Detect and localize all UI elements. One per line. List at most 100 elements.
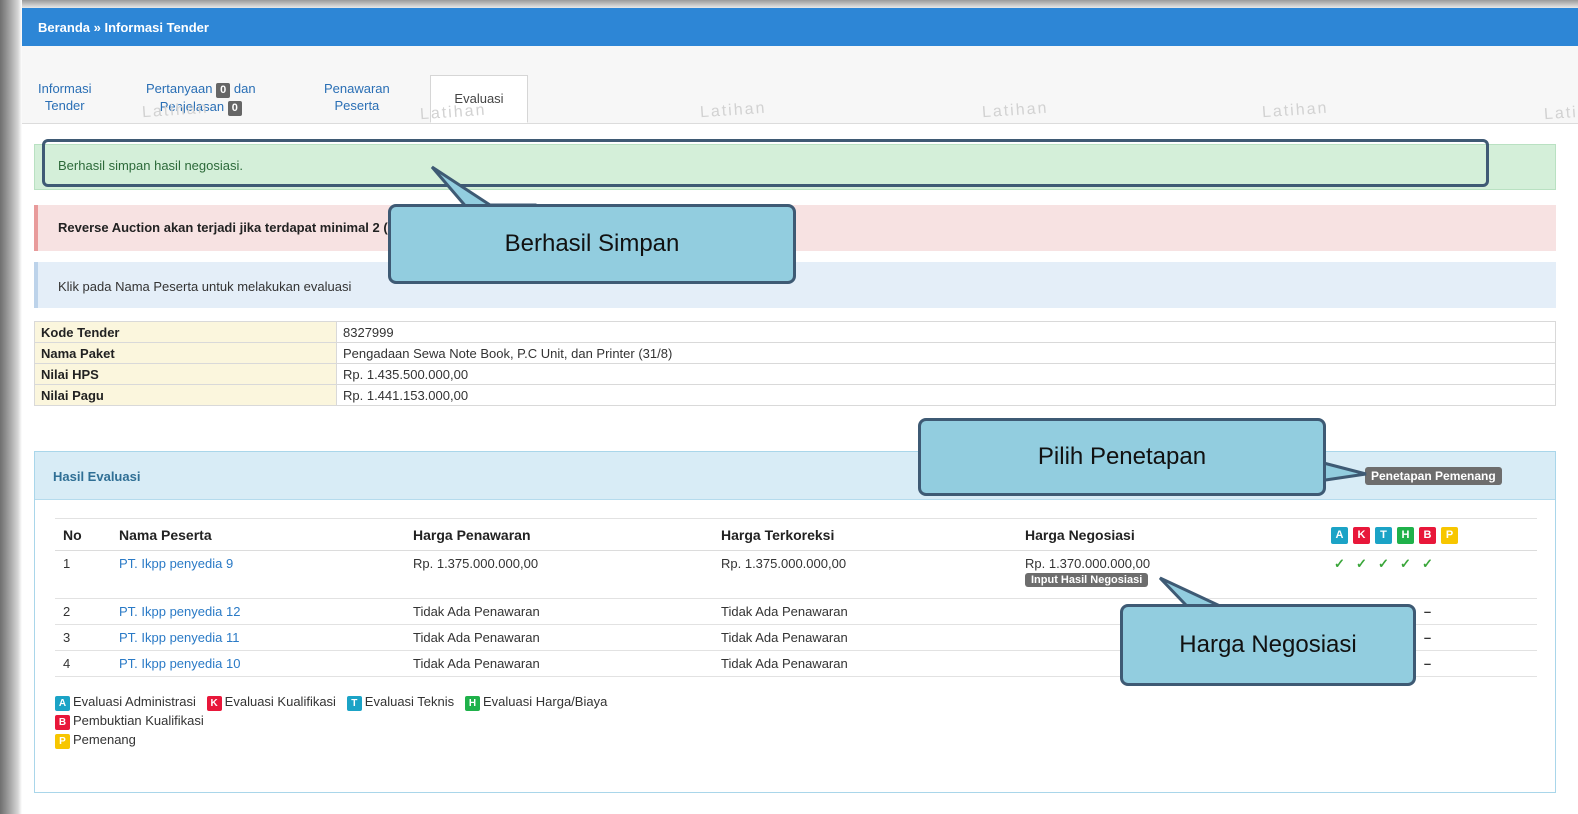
watermark: Latihan bbox=[141, 99, 209, 122]
legend-h-label: Evaluasi Harga/Biaya bbox=[483, 694, 608, 709]
breadcrumb: Beranda » Informasi Tender bbox=[22, 8, 1578, 46]
row-nama: PT. Ikpp penyedia 9 bbox=[111, 550, 405, 599]
callout-text: Pilih Penetapan bbox=[1037, 443, 1207, 470]
tab-label-line2: Peserta bbox=[334, 98, 380, 113]
success-alert-highlight bbox=[42, 139, 1489, 187]
tab-label-line2: Tender bbox=[44, 98, 85, 113]
status-legend: A Evaluasi Administrasi K Evaluasi Kualifi… bbox=[55, 692, 607, 749]
col-header-status: AKTHBP bbox=[1319, 518, 1537, 551]
col-header-negosiasi: Harga Negosiasi bbox=[1017, 518, 1319, 551]
legend-p-badge: P bbox=[55, 734, 70, 749]
callout-text: Harga Negosiasi bbox=[1179, 631, 1357, 658]
legend-h-badge: H bbox=[465, 696, 481, 711]
callout-text: Berhasil Simpan bbox=[504, 230, 680, 257]
row-no: 3 bbox=[55, 624, 111, 651]
input-hasil-negosiasi-button[interactable]: Input Hasil Negosiasi bbox=[1025, 573, 1149, 587]
legend-b-label: Pembuktian Kualifikasi bbox=[73, 713, 204, 728]
watermark: Latihan bbox=[699, 99, 767, 122]
col-header-terkoreksi: Harga Terkoreksi bbox=[713, 518, 1017, 551]
check-icon: ✓ bbox=[1422, 556, 1433, 571]
tab-label-line1: Informasi bbox=[38, 81, 92, 96]
tab-informasi-tender[interactable]: Informasi Tender bbox=[38, 80, 91, 114]
tender-info-table: Kode Tender 8327999 Nama Paket Pengadaan… bbox=[34, 321, 1556, 406]
letter-k-badge: K bbox=[1353, 527, 1370, 544]
legend-b-badge: B bbox=[55, 715, 70, 730]
row-penawaran: Tidak Ada Penawaran bbox=[405, 650, 713, 677]
tab-label-pertanyaan: Pertanyaan bbox=[146, 81, 213, 96]
table-row: 1 PT. Ikpp penyedia 9 Rp. 1.375.000.000,… bbox=[55, 550, 1537, 599]
legend-k-badge: K bbox=[206, 696, 222, 711]
check-icon: ✓ bbox=[1378, 556, 1389, 571]
col-header-no: No bbox=[55, 518, 111, 551]
info-alert-text: Klik pada Nama Peserta untuk melakukan e… bbox=[58, 279, 352, 294]
col-header-penawaran: Harga Penawaran bbox=[405, 518, 713, 551]
legend-a-badge: A bbox=[55, 696, 70, 711]
row-penawaran: Tidak Ada Penawaran bbox=[405, 598, 713, 625]
row-terkoreksi: Tidak Ada Penawaran bbox=[713, 598, 1017, 625]
info-row-paket: Nama Paket Pengadaan Sewa Note Book, P.C… bbox=[34, 342, 1556, 364]
penetapan-pemenang-button[interactable]: Penetapan Pemenang bbox=[1365, 467, 1502, 485]
row-status: ✓ ✓ ✓ ✓ ✓ bbox=[1319, 550, 1537, 599]
peserta-link[interactable]: PT. Ikpp penyedia 9 bbox=[119, 556, 233, 571]
col-header-nama: Nama Peserta bbox=[111, 518, 405, 551]
peserta-link[interactable]: PT. Ikpp penyedia 12 bbox=[119, 604, 240, 619]
dash-icon: – bbox=[1423, 630, 1432, 645]
info-label: Nama Paket bbox=[34, 342, 337, 364]
info-row-hps: Nilai HPS Rp. 1.435.500.000,00 bbox=[34, 363, 1556, 385]
row-no: 2 bbox=[55, 598, 111, 625]
dash-icon: – bbox=[1423, 604, 1432, 619]
peserta-link[interactable]: PT. Ikpp penyedia 10 bbox=[119, 656, 240, 671]
frame-shadow-left bbox=[0, 0, 22, 814]
info-label: Nilai HPS bbox=[34, 363, 337, 385]
row-nama: PT. Ikpp penyedia 10 bbox=[111, 650, 405, 677]
check-icon: ✓ bbox=[1400, 556, 1411, 571]
table-header-row: No Nama Peserta Harga Penawaran Harga Te… bbox=[55, 518, 1537, 551]
letter-h-badge: H bbox=[1397, 527, 1414, 544]
peserta-link[interactable]: PT. Ikpp penyedia 11 bbox=[119, 630, 239, 645]
pertanyaan-count-badge: 0 bbox=[216, 83, 231, 98]
check-icon: ✓ bbox=[1334, 556, 1345, 571]
screenshot-frame: Beranda » Informasi Tender Informasi Ten… bbox=[0, 0, 1578, 814]
penjelasan-count-badge: 0 bbox=[227, 101, 242, 116]
tab-label-dan: dan bbox=[233, 81, 256, 96]
info-value: Rp. 1.435.500.000,00 bbox=[336, 363, 1556, 385]
dash-icon: – bbox=[1423, 656, 1432, 671]
row-terkoreksi: Tidak Ada Penawaran bbox=[713, 650, 1017, 677]
tab-penawaran-peserta[interactable]: Penawaran Peserta bbox=[324, 80, 390, 114]
row-terkoreksi: Rp. 1.375.000.000,00 bbox=[713, 550, 1017, 599]
letter-p-badge: P bbox=[1441, 527, 1458, 544]
breadcrumb-text: Beranda » Informasi Tender bbox=[38, 20, 209, 35]
row-nama: PT. Ikpp penyedia 11 bbox=[111, 624, 405, 651]
info-row-pagu: Nilai Pagu Rp. 1.441.153.000,00 bbox=[34, 384, 1556, 406]
info-value: 8327999 bbox=[336, 321, 1556, 343]
legend-a-label: Evaluasi Administrasi bbox=[73, 694, 196, 709]
info-row-kode: Kode Tender 8327999 bbox=[34, 321, 1556, 343]
tab-bar: Informasi Tender Pertanyaan 0 dan Penjel… bbox=[22, 46, 1578, 124]
callout-pilih-penetapan: Pilih Penetapan bbox=[918, 418, 1326, 496]
row-no: 4 bbox=[55, 650, 111, 677]
callout-harga-negosiasi: Harga Negosiasi bbox=[1120, 604, 1416, 686]
legend-k-label: Evaluasi Kualifikasi bbox=[224, 694, 336, 709]
info-value: Pengadaan Sewa Note Book, P.C Unit, dan … bbox=[336, 342, 1556, 364]
legend-t-badge: T bbox=[346, 696, 362, 711]
callout-berhasil-simpan: Berhasil Simpan bbox=[388, 204, 796, 284]
row-nama: PT. Ikpp penyedia 12 bbox=[111, 598, 405, 625]
tab-label-line1: Penawaran bbox=[324, 81, 390, 96]
frame-shadow-top bbox=[0, 0, 1578, 8]
watermark: Latihan bbox=[981, 99, 1049, 122]
check-icon: ✓ bbox=[1356, 556, 1367, 571]
info-label: Kode Tender bbox=[34, 321, 337, 343]
info-value: Rp. 1.441.153.000,00 bbox=[336, 384, 1556, 406]
info-label: Nilai Pagu bbox=[34, 384, 337, 406]
panel-title: Hasil Evaluasi bbox=[53, 469, 141, 484]
row-penawaran: Rp. 1.375.000.000,00 bbox=[405, 550, 713, 599]
legend-t-label: Evaluasi Teknis bbox=[364, 694, 455, 709]
negosiasi-value: Rp. 1.370.000.000,00 bbox=[1025, 556, 1151, 571]
legend-p-label: Pemenang bbox=[73, 732, 136, 747]
watermark: Latihan bbox=[1543, 101, 1578, 124]
letter-a-badge: A bbox=[1331, 527, 1348, 544]
letter-b-badge: B bbox=[1419, 527, 1436, 544]
row-no: 1 bbox=[55, 550, 111, 599]
watermark: Latihan bbox=[1261, 99, 1329, 122]
letter-t-badge: T bbox=[1375, 527, 1392, 544]
